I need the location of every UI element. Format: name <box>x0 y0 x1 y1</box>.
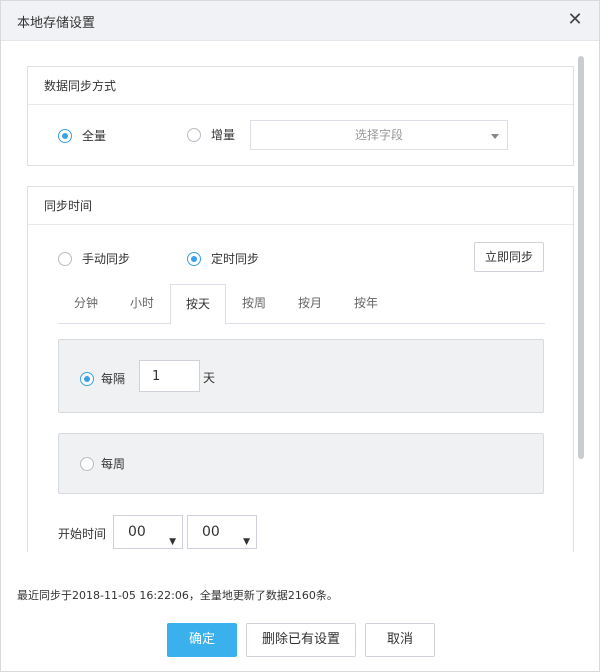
radio-weekly-label: 每周 <box>101 457 126 471</box>
radio-selected-icon <box>80 371 94 386</box>
close-icon[interactable]: ✕ <box>565 10 585 30</box>
radio-scheduled-sync-label: 定时同步 <box>211 252 260 266</box>
schedule-tabs: 分钟 小时 按天 按周 按月 按年 <box>58 284 545 325</box>
sync-time-panel: 同步时间 手动同步 定时同步 立即同步 分钟 小时 按天 按周 按月 按年 每隔… <box>27 186 574 552</box>
sync-time-header: 同步时间 <box>28 187 573 225</box>
start-time-label: 开始时间 <box>58 527 107 541</box>
local-storage-settings-dialog: 本地存储设置 ✕ 数据同步方式 全量 增量 选择字段 同步时间 手动同步 定时同… <box>0 0 600 672</box>
interval-unit-label: 天 <box>203 371 216 385</box>
last-sync-info: 最近同步于2018-11-05 16:22:06，全量地更新了数据2160条。 <box>17 589 338 602</box>
radio-scheduled-sync[interactable]: 定时同步 <box>187 250 259 267</box>
tab-yearly[interactable]: 按年 <box>338 284 394 324</box>
tab-weekly[interactable]: 按周 <box>226 284 282 324</box>
cancel-button[interactable]: 取消 <box>365 623 435 657</box>
radio-selected-icon <box>187 251 201 266</box>
dialog-title: 本地存储设置 <box>17 16 96 31</box>
dialog-body: 数据同步方式 全量 增量 选择字段 同步时间 手动同步 定时同步 立即同步 分钟… <box>1 42 599 552</box>
sync-method-header: 数据同步方式 <box>28 67 573 105</box>
sync-method-panel: 数据同步方式 全量 增量 选择字段 <box>27 66 574 166</box>
radio-every-interval-label: 每隔 <box>101 372 126 386</box>
every-interval-box: 每隔 天 <box>58 339 544 413</box>
dialog-titlebar: 本地存储设置 ✕ <box>1 1 599 41</box>
radio-every-interval[interactable]: 每隔 <box>80 370 125 387</box>
radio-unselected-icon <box>80 456 94 471</box>
radio-weekly[interactable]: 每周 <box>80 455 125 472</box>
scrollbar-thumb[interactable] <box>578 56 584 459</box>
tab-hour[interactable]: 小时 <box>114 284 170 324</box>
radio-unselected-icon <box>58 251 72 266</box>
field-select-placeholder: 选择字段 <box>354 128 403 142</box>
radio-incremental-sync-label: 增量 <box>211 128 236 142</box>
triangle-down-icon: ▼ <box>169 537 176 547</box>
confirm-button[interactable]: 确定 <box>167 623 237 657</box>
radio-selected-icon <box>58 128 72 143</box>
delete-settings-button[interactable]: 删除已有设置 <box>246 623 356 657</box>
radio-manual-sync-label: 手动同步 <box>82 252 131 266</box>
radio-unselected-icon <box>187 127 201 142</box>
sync-now-button[interactable]: 立即同步 <box>474 242 544 272</box>
start-minute-value: 00 <box>202 524 220 540</box>
start-hour-value: 00 <box>128 524 146 540</box>
weekly-box: 每周 <box>58 433 544 494</box>
tab-monthly[interactable]: 按月 <box>282 284 338 324</box>
start-minute-select[interactable]: 00 ▼ <box>187 515 257 549</box>
start-hour-select[interactable]: 00 ▼ <box>113 515 183 549</box>
radio-manual-sync[interactable]: 手动同步 <box>58 250 130 267</box>
tab-minute[interactable]: 分钟 <box>58 284 114 324</box>
triangle-down-icon: ▼ <box>243 537 250 547</box>
field-select-dropdown[interactable]: 选择字段 <box>250 120 508 150</box>
radio-incremental-sync[interactable]: 增量 <box>187 126 235 143</box>
tab-daily[interactable]: 按天 <box>170 284 226 325</box>
radio-full-sync-label: 全量 <box>82 129 107 143</box>
interval-days-input[interactable] <box>139 360 200 392</box>
radio-full-sync[interactable]: 全量 <box>58 127 106 144</box>
caret-down-icon <box>491 134 499 139</box>
